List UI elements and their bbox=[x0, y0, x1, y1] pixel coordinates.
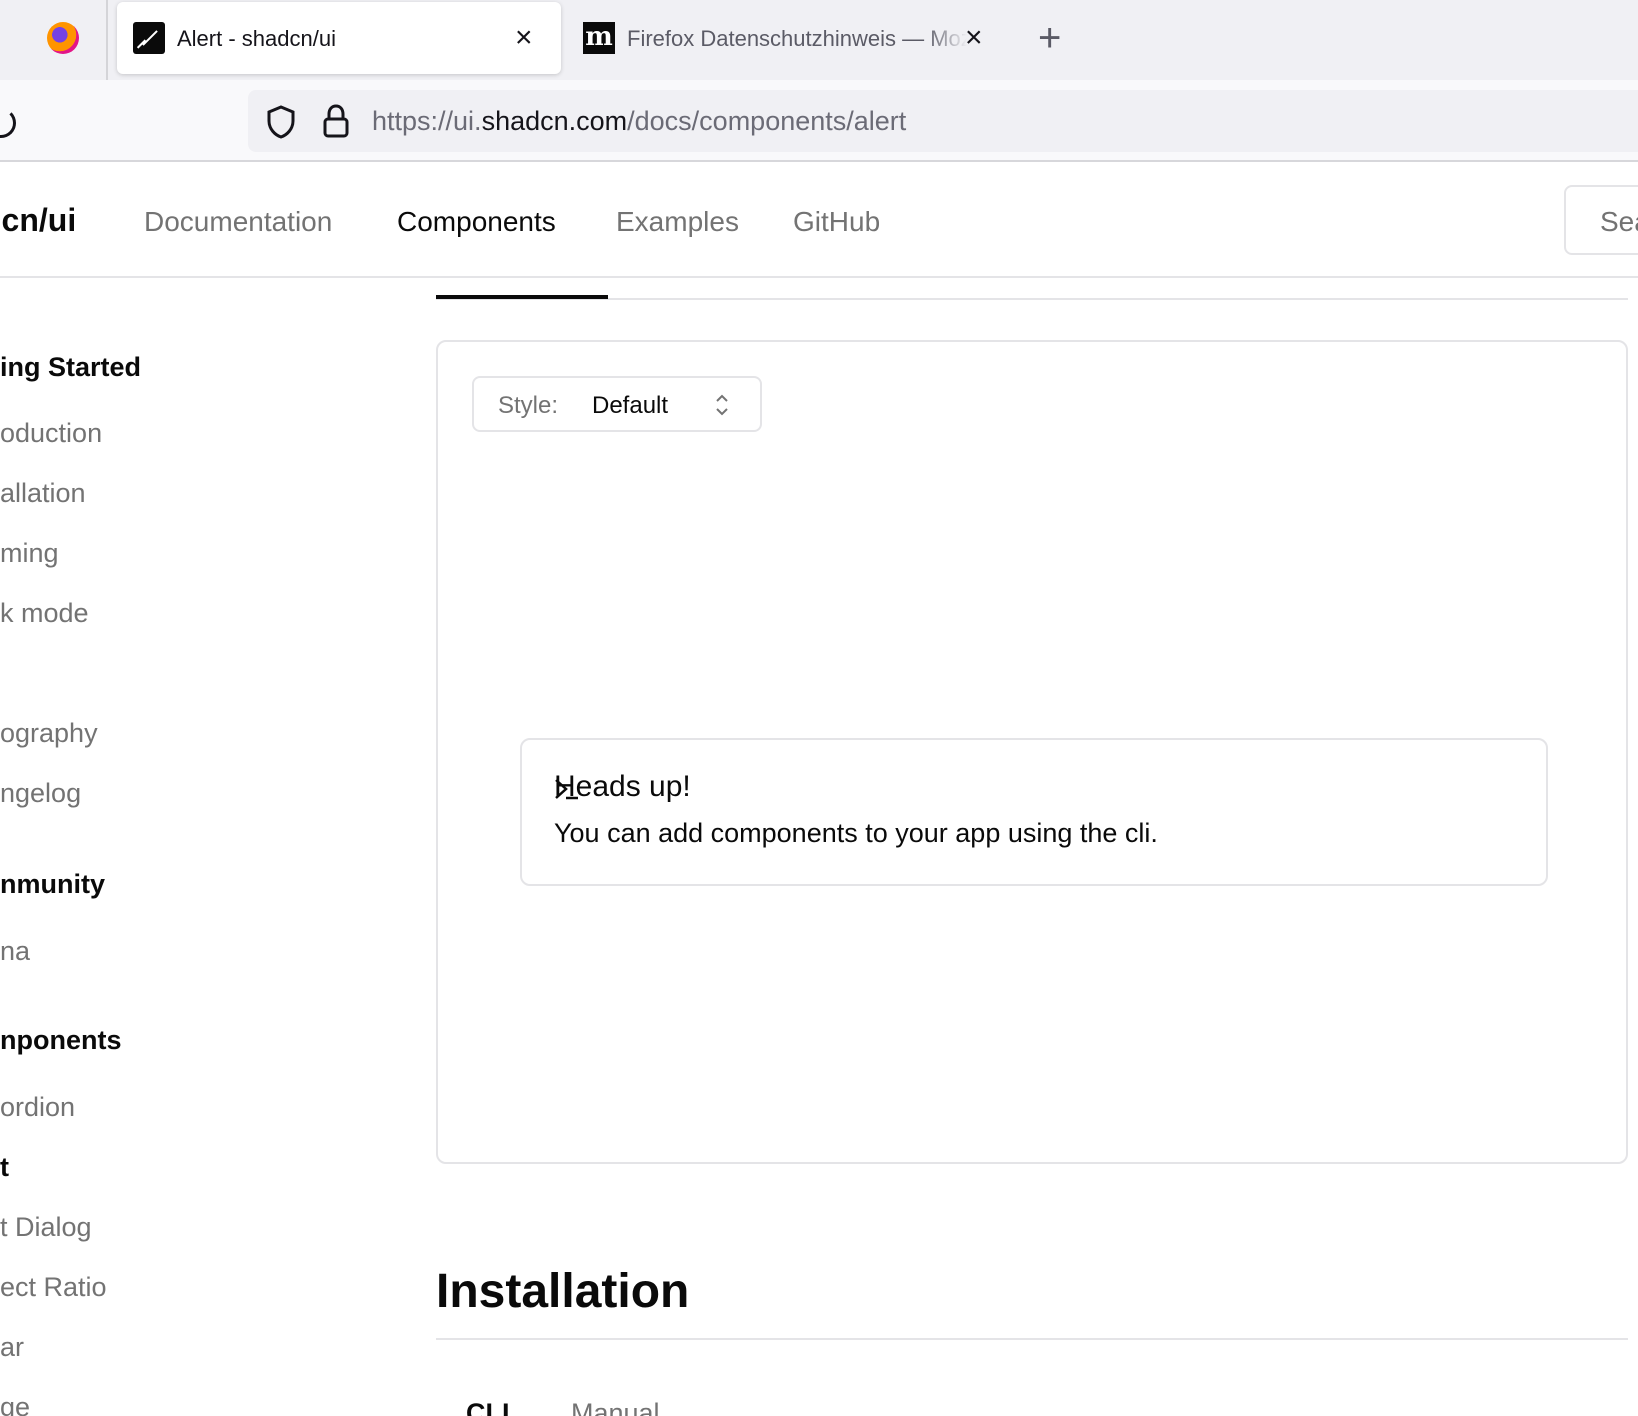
sidebar-item-alert-dialog[interactable]: t Dialog bbox=[0, 1212, 92, 1243]
style-select[interactable]: Style: Default bbox=[472, 376, 762, 432]
url-path: /docs/components/alert bbox=[627, 106, 907, 136]
tab-cli[interactable]: CLI bbox=[466, 1398, 510, 1416]
nav-components[interactable]: Components bbox=[397, 206, 556, 238]
component-preview-panel: Style: Default Heads up! You can add com… bbox=[436, 340, 1628, 1164]
url-bar[interactable]: https://ui.shadcn.com/docs/components/al… bbox=[248, 90, 1638, 152]
search-input[interactable]: Sea bbox=[1564, 185, 1638, 255]
sidebar-item-alert[interactable]: t bbox=[0, 1152, 9, 1183]
preview-tab-active-indicator[interactable] bbox=[436, 295, 608, 299]
browser-navbar: https://ui.shadcn.com/docs/components/al… bbox=[0, 80, 1638, 162]
nav-documentation[interactable]: Documentation bbox=[144, 206, 332, 238]
url-host: shadcn.com bbox=[481, 106, 628, 136]
url-scheme: https://ui. bbox=[372, 106, 482, 136]
sidebar-item-installation[interactable]: allation bbox=[0, 478, 86, 509]
sidebar-item-figma[interactable]: na bbox=[0, 936, 30, 967]
chevrons-up-down-icon bbox=[716, 394, 728, 416]
preview-tabs-divider bbox=[436, 298, 1628, 300]
shadcn-favicon-icon bbox=[133, 22, 165, 54]
style-select-value: Default bbox=[592, 392, 669, 419]
sidebar-heading-components: nponents bbox=[0, 1025, 122, 1055]
sidebar-item-typography[interactable]: ography bbox=[0, 718, 98, 749]
lock-icon[interactable] bbox=[322, 104, 350, 138]
close-tab-icon[interactable]: × bbox=[515, 23, 533, 53]
sidebar-item-badge[interactable]: ge bbox=[0, 1392, 30, 1416]
alert-description: You can add components to your app using… bbox=[554, 818, 1158, 848]
tab-manual[interactable]: Manual bbox=[571, 1398, 660, 1416]
nav-github[interactable]: GitHub bbox=[793, 206, 880, 238]
installation-divider bbox=[436, 1338, 1628, 1340]
new-tab-button[interactable]: + bbox=[1038, 18, 1061, 58]
tab-title: Firefox Datenschutzhinweis — Mozilla bbox=[627, 26, 967, 51]
sidebar-item-introduction[interactable]: oduction bbox=[0, 418, 102, 449]
sidebar-heading-getting-started: ing Started bbox=[0, 352, 142, 382]
alert-component: Heads up! You can add components to your… bbox=[520, 738, 1548, 886]
firefox-menu-tab[interactable] bbox=[0, 0, 108, 80]
search-placeholder: Sea bbox=[1600, 206, 1638, 237]
sidebar-item-dark-mode[interactable]: k mode bbox=[0, 598, 89, 629]
reload-icon[interactable] bbox=[0, 108, 16, 138]
browser-tab-bar: Alert - shadcn/ui × m Firefox Datenschut… bbox=[0, 0, 1638, 80]
nav-examples[interactable]: Examples bbox=[616, 206, 739, 238]
browser-tab-inactive[interactable]: m Firefox Datenschutzhinweis — Mozilla × bbox=[575, 2, 995, 74]
sidebar-item-aspect-ratio[interactable]: ect Ratio bbox=[0, 1272, 107, 1303]
sidebar-item-avatar[interactable]: ar bbox=[0, 1332, 24, 1363]
mozilla-favicon-icon: m bbox=[583, 22, 615, 54]
sidebar-item-theming[interactable]: ming bbox=[0, 538, 59, 569]
sidebar-item-accordion[interactable]: ordion bbox=[0, 1092, 75, 1123]
site-brand[interactable]: dcn/ui bbox=[0, 202, 76, 239]
tab-title: Alert - shadcn/ui bbox=[177, 26, 336, 51]
alert-title: Heads up! bbox=[554, 770, 691, 803]
close-tab-icon[interactable]: × bbox=[965, 23, 983, 53]
site-header: dcn/ui Documentation Components Examples… bbox=[0, 164, 1638, 278]
style-select-label: Style: bbox=[498, 392, 559, 419]
sidebar-heading-community: nmunity bbox=[0, 869, 105, 899]
installation-heading: Installation bbox=[436, 1265, 690, 1318]
shield-icon[interactable] bbox=[266, 105, 296, 139]
firefox-logo-icon bbox=[47, 22, 79, 54]
sidebar-item-changelog[interactable]: ngelog bbox=[0, 778, 81, 809]
url-text[interactable]: https://ui.shadcn.com/docs/components/al… bbox=[372, 106, 906, 137]
browser-tab-active[interactable]: Alert - shadcn/ui × bbox=[117, 2, 561, 74]
